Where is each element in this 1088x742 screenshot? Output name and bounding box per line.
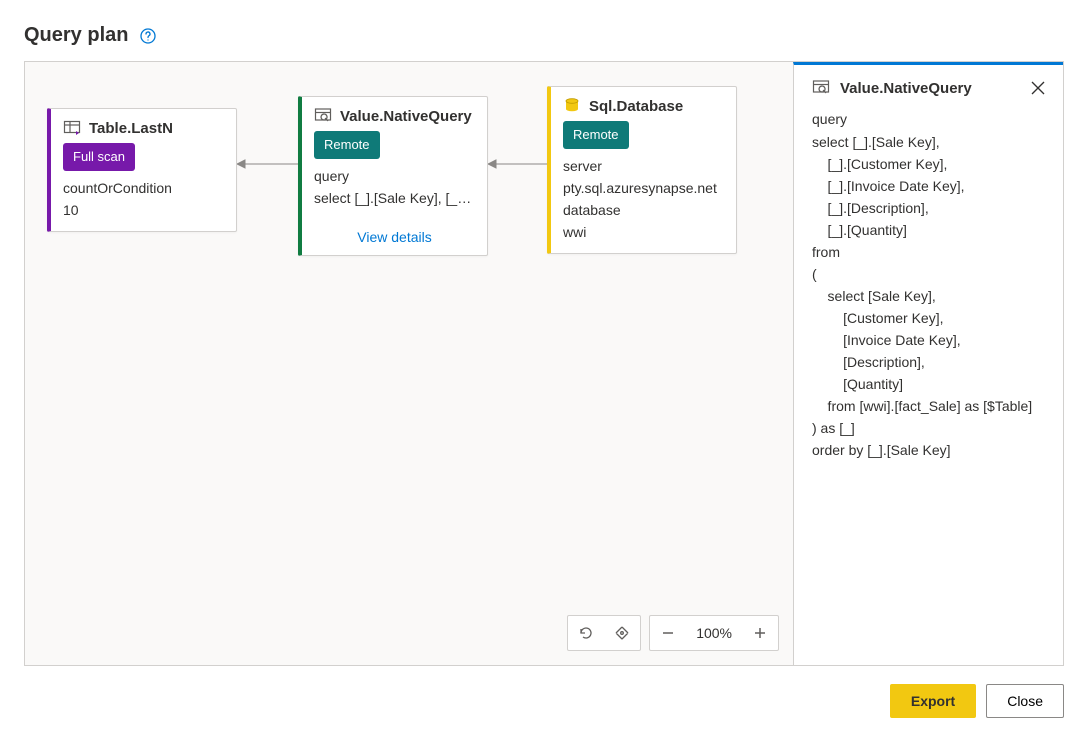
prop-value: select [_].[Sale Key], [_].... (314, 187, 475, 209)
reset-view-button[interactable] (568, 615, 604, 651)
prop-label: query (314, 165, 475, 187)
zoom-toolbar: 100% (567, 615, 779, 651)
badge-full-scan: Full scan (63, 143, 135, 171)
details-title: Value.NativeQuery (840, 80, 972, 97)
node-table-lastn[interactable]: Table.LastN Full scan countOrCondition 1… (47, 108, 237, 232)
node-header: Value.NativeQuery (302, 97, 487, 131)
details-panel: Value.NativeQuery query select [_].[Sale… (793, 62, 1063, 665)
node-title: Sql.Database (589, 98, 683, 115)
page-title: Query plan (24, 24, 128, 47)
fit-view-button[interactable] (604, 615, 640, 651)
view-controls (567, 615, 641, 651)
prop-value: wwi (563, 221, 724, 243)
node-body: Remote server pty.sql.azuresynapse.net d… (551, 121, 736, 253)
node-header: Sql.Database (551, 87, 736, 121)
prop-label: database (563, 199, 724, 221)
query-plan-dialog: Query plan (0, 0, 1088, 742)
query-icon (812, 79, 830, 97)
node-header: Table.LastN (51, 109, 236, 143)
query-icon (314, 107, 332, 125)
view-details-link[interactable]: View details (302, 219, 487, 255)
details-header: Value.NativeQuery (812, 79, 1045, 97)
node-body: Full scan countOrCondition 10 (51, 143, 236, 231)
badge-remote: Remote (314, 131, 380, 159)
table-icon (63, 119, 81, 137)
help-icon[interactable] (140, 28, 156, 44)
details-label: query (812, 111, 1045, 127)
prop-value: pty.sql.azuresynapse.net (563, 177, 724, 199)
node-sql-database[interactable]: Sql.Database Remote server pty.sql.azure… (547, 86, 737, 254)
database-icon (563, 97, 581, 115)
prop-label: server (563, 155, 724, 177)
zoom-controls: 100% (649, 615, 779, 651)
zoom-in-button[interactable] (742, 615, 778, 651)
zoom-level: 100% (686, 625, 742, 641)
details-code: select [_].[Sale Key], [_].[Customer Key… (812, 131, 1045, 461)
dialog-body: Table.LastN Full scan countOrCondition 1… (24, 61, 1064, 666)
close-icon[interactable] (1031, 81, 1045, 95)
arrow-2 (488, 158, 548, 170)
node-title: Table.LastN (89, 120, 173, 137)
dialog-header: Query plan (24, 24, 1064, 47)
close-button[interactable]: Close (986, 684, 1064, 718)
badge-remote: Remote (563, 121, 629, 149)
prop-value: 10 (63, 199, 224, 221)
arrow-1 (237, 158, 299, 170)
prop-label: countOrCondition (63, 177, 224, 199)
node-value-nativequery[interactable]: Value.NativeQuery Remote query select [_… (298, 96, 488, 256)
plan-canvas[interactable]: Table.LastN Full scan countOrCondition 1… (25, 62, 793, 665)
node-title: Value.NativeQuery (340, 108, 472, 125)
export-button[interactable]: Export (890, 684, 976, 718)
dialog-footer: Export Close (24, 666, 1064, 718)
zoom-out-button[interactable] (650, 615, 686, 651)
node-body: Remote query select [_].[Sale Key], [_].… (302, 131, 487, 219)
